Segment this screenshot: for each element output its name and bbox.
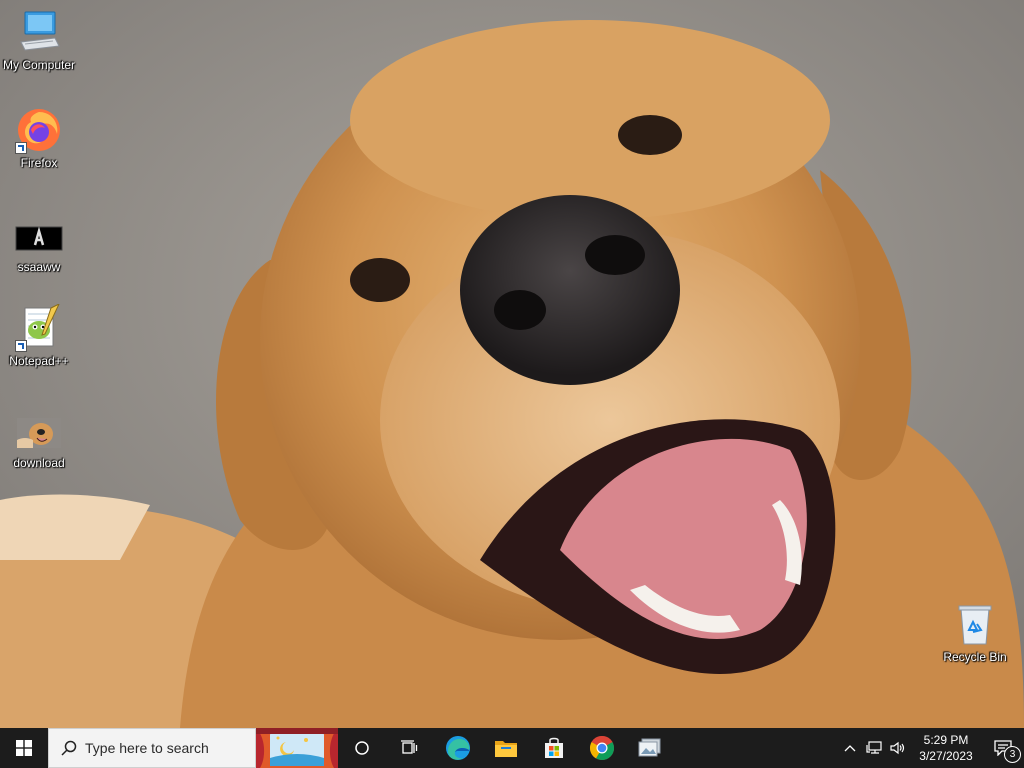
action-center-button[interactable]: 3 [982, 728, 1024, 768]
chevron-up-icon [844, 745, 856, 752]
notification-count-badge: 3 [1004, 746, 1021, 763]
desktop-icon-firefox[interactable]: Firefox [0, 106, 78, 170]
volume-button[interactable] [886, 728, 910, 768]
recycle-bin-icon [951, 600, 999, 648]
edge-button[interactable] [434, 728, 482, 768]
taskbar-search-box[interactable]: Type here to search [48, 728, 256, 768]
start-button[interactable] [0, 728, 48, 768]
system-tray: 5:29 PM 3/27/2023 3 [838, 728, 1024, 768]
speaker-icon [890, 741, 905, 755]
clock-time: 5:29 PM [923, 733, 969, 747]
windows-logo-icon [16, 740, 32, 756]
taskbar: Type here to search 5:29 PM 3/27/2023 3 [0, 728, 1024, 768]
search-highlight-widget[interactable] [256, 728, 338, 768]
dog-wallpaper-image [0, 0, 1024, 728]
desktop-icon-label: Firefox [20, 156, 58, 170]
desktop-icon-label: download [13, 456, 65, 470]
chrome-icon [589, 735, 615, 761]
microsoft-store-icon [545, 737, 563, 758]
firefox-icon [15, 106, 63, 154]
edge-icon [446, 736, 470, 760]
cortana-icon [355, 741, 369, 755]
file-explorer-button[interactable] [482, 728, 530, 768]
desktop-icon-label: Recycle Bin [943, 650, 1007, 664]
network-button[interactable] [862, 728, 886, 768]
search-icon [61, 740, 77, 756]
desktop-icon-download[interactable]: download [0, 414, 78, 470]
search-highlight-illustration-icon [256, 728, 338, 768]
desktop-icon-label: ssaaww [17, 260, 61, 274]
search-placeholder: Type here to search [85, 740, 209, 756]
computer-icon [15, 8, 63, 56]
desktop-icon-notepadpp[interactable]: Notepad++ [0, 302, 78, 368]
task-view-icon [401, 740, 418, 754]
photos-button[interactable] [626, 728, 674, 768]
desktop-icon-ssaaww[interactable]: ssaaww [0, 218, 78, 274]
network-icon [866, 741, 882, 754]
photos-icon [638, 738, 661, 757]
cortana-button[interactable] [338, 728, 386, 768]
dog-image-thumbnail-icon [15, 414, 63, 450]
desktop-icon-recycle-bin[interactable]: Recycle Bin [936, 600, 1014, 664]
desktop-icon-my-computer[interactable]: My Computer [0, 8, 78, 72]
show-hidden-icons-button[interactable] [838, 728, 862, 768]
shortcut-arrow-icon [15, 142, 27, 154]
chrome-button[interactable] [578, 728, 626, 768]
clock-date: 3/27/2023 [919, 749, 973, 763]
notepadpp-icon [15, 302, 63, 352]
taskbar-clock[interactable]: 5:29 PM 3/27/2023 [910, 732, 982, 764]
desktop-icon-label: My Computer [2, 58, 76, 72]
shortcut-arrow-icon [15, 340, 27, 352]
file-explorer-icon [495, 741, 517, 757]
desktop-wallpaper [0, 0, 1024, 728]
ssaaww-image-icon [15, 218, 63, 254]
desktop-icon-label: Notepad++ [9, 354, 69, 368]
microsoft-store-button[interactable] [530, 728, 578, 768]
task-view-button[interactable] [386, 728, 434, 768]
